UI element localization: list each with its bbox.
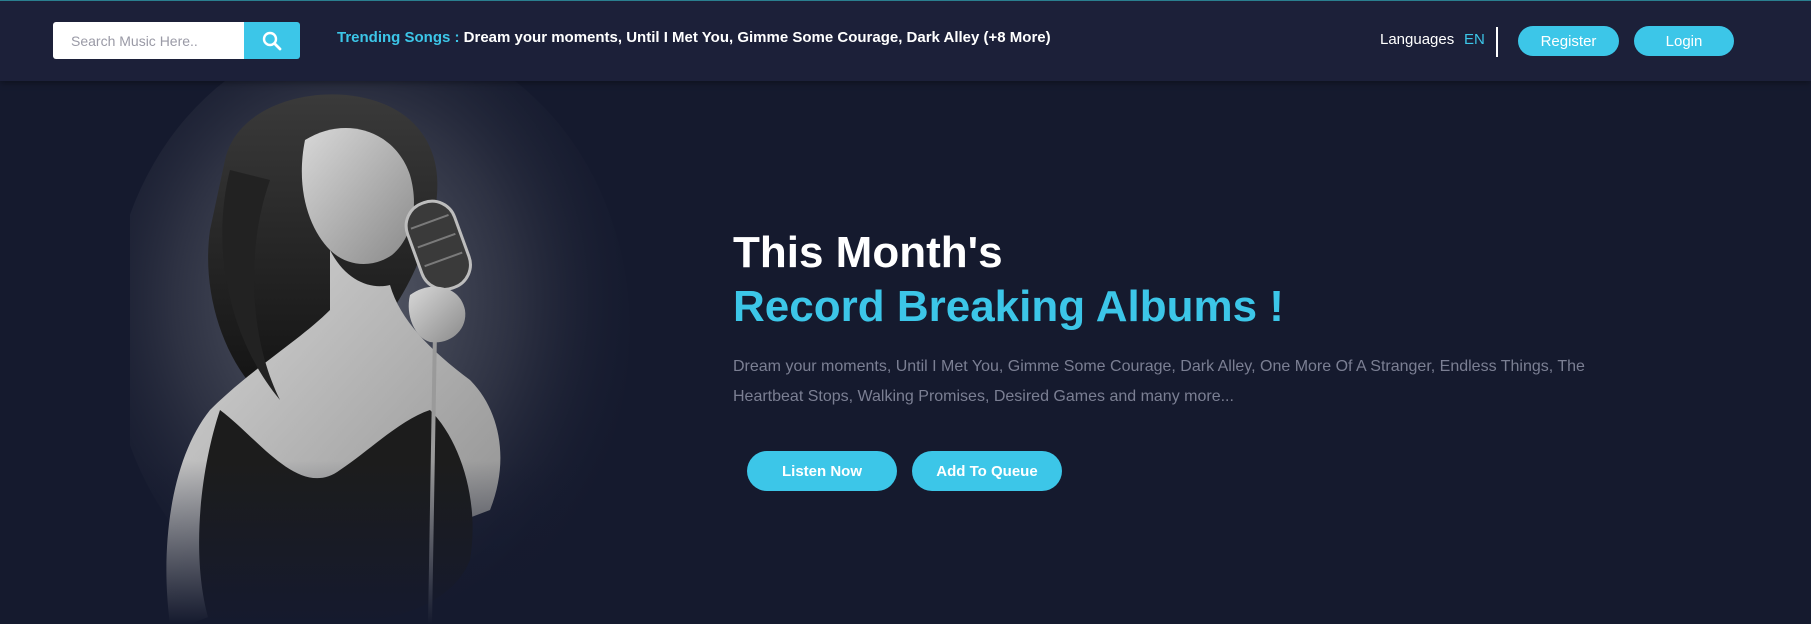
languages-label: Languages — [1380, 31, 1455, 48]
listen-now-button[interactable]: Listen Now — [747, 451, 897, 491]
hero-singer-image — [130, 80, 650, 624]
search-icon — [262, 31, 282, 50]
register-button[interactable]: Register — [1518, 26, 1619, 56]
login-button[interactable]: Login — [1634, 26, 1734, 56]
page: Trending Songs : Dream your moments, Unt… — [0, 0, 1811, 624]
header-divider — [1496, 27, 1498, 57]
hero-title-line1: This Month's — [733, 228, 1003, 277]
top-bar: Trending Songs : Dream your moments, Unt… — [0, 0, 1811, 81]
hero-description: Dream your moments, Until I Met You, Gim… — [733, 358, 1585, 405]
language-selector[interactable]: EN — [1464, 31, 1485, 48]
search-button[interactable] — [244, 22, 300, 59]
add-to-queue-button[interactable]: Add To Queue — [912, 451, 1062, 491]
hero-title: This Month's Record Breaking Albums ! — [733, 226, 1284, 334]
trending-song-list[interactable]: Dream your moments, Until I Met You, Gim… — [460, 29, 1051, 46]
search-box — [53, 22, 300, 59]
trending-songs: Trending Songs : Dream your moments, Unt… — [337, 29, 1051, 46]
search-input[interactable] — [53, 22, 244, 59]
hero-title-line2: Record Breaking Albums ! — [733, 282, 1284, 331]
trending-label: Trending Songs : — [337, 29, 460, 46]
